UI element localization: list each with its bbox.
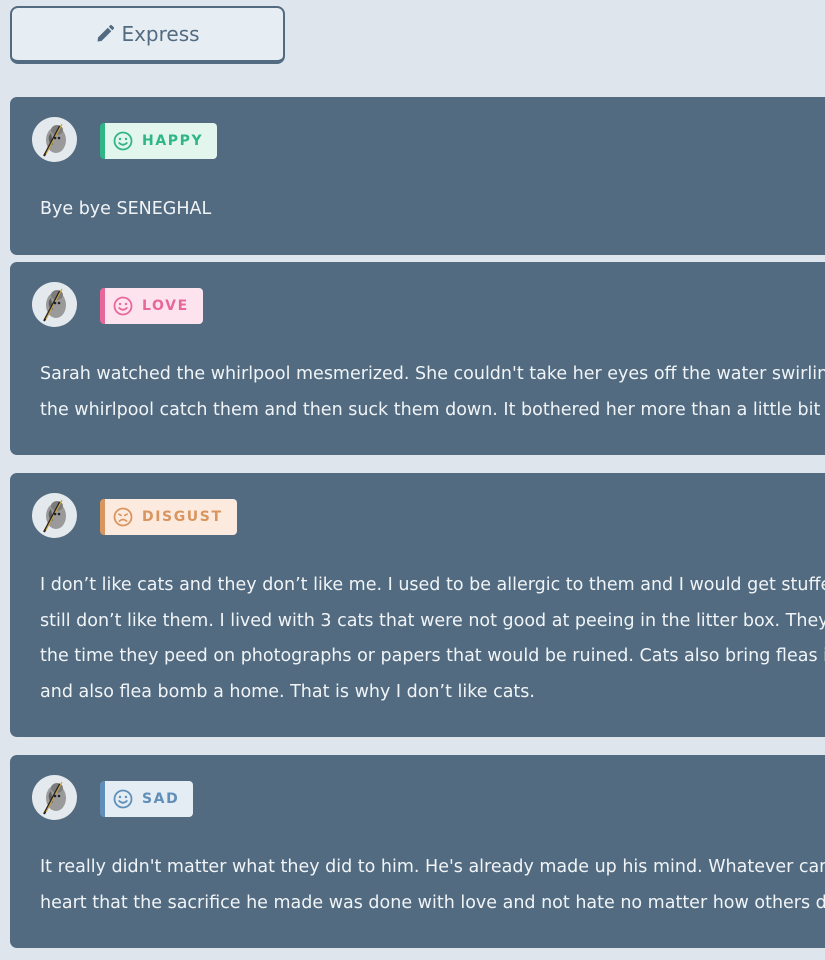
post-text-line: and also flea bomb a home. That is why I… xyxy=(40,681,535,702)
post-text-line: still don’t like them. I lived with 3 ca… xyxy=(40,610,825,631)
post-text-line: heart that the sacrifice he made was don… xyxy=(40,892,825,913)
emotion-badge: SAD xyxy=(100,781,194,817)
pencil-icon xyxy=(95,24,115,44)
post-text: Bye bye SENEGHAL xyxy=(40,192,825,228)
post-text-line: It really didn't matter what they did to… xyxy=(40,857,825,877)
post-card: DISGUST I don’t like cats and they don’t… xyxy=(10,473,825,737)
post-card: HAPPY Bye bye SENEGHAL xyxy=(10,97,825,255)
emotion-label: HAPPY xyxy=(142,133,204,149)
emotion-badge: LOVE xyxy=(100,288,203,324)
emotion-badge: DISGUST xyxy=(100,499,237,535)
post-card: SAD It really didn't matter what they di… xyxy=(10,755,825,948)
express-button-label: Express xyxy=(121,22,200,46)
frown-icon xyxy=(113,507,133,527)
express-button[interactable]: Express xyxy=(10,6,285,64)
post-text: It really didn't matter what they did to… xyxy=(40,850,825,921)
avatar[interactable] xyxy=(32,775,77,820)
post-text: I don’t like cats and they don’t like me… xyxy=(40,568,825,710)
avatar[interactable] xyxy=(32,493,77,538)
smile-icon xyxy=(113,296,133,316)
post-text-line: I don’t like cats and they don’t like me… xyxy=(40,575,825,595)
avatar[interactable] xyxy=(32,117,77,162)
post-text-line: the whirlpool catch them and then suck t… xyxy=(40,399,825,420)
post-card: LOVE Sarah watched the whirlpool mesmeri… xyxy=(10,262,825,455)
smile-icon xyxy=(113,131,133,151)
post-text-line: Sarah watched the whirlpool mesmerized. … xyxy=(40,364,825,384)
emotion-label: SAD xyxy=(142,791,180,807)
emotion-label: DISGUST xyxy=(142,509,223,525)
avatar[interactable] xyxy=(32,282,77,327)
post-text-line: Bye bye SENEGHAL xyxy=(40,199,212,219)
post-text: Sarah watched the whirlpool mesmerized. … xyxy=(40,357,825,428)
feed-page: Express HAPPY Bye bye SENEGHAL LOVE Sara… xyxy=(0,0,825,960)
post-text-line: the time they peed on photographs or pap… xyxy=(40,646,825,666)
smile-icon xyxy=(113,789,133,809)
emotion-label: LOVE xyxy=(142,298,189,314)
emotion-badge: HAPPY xyxy=(100,123,218,159)
